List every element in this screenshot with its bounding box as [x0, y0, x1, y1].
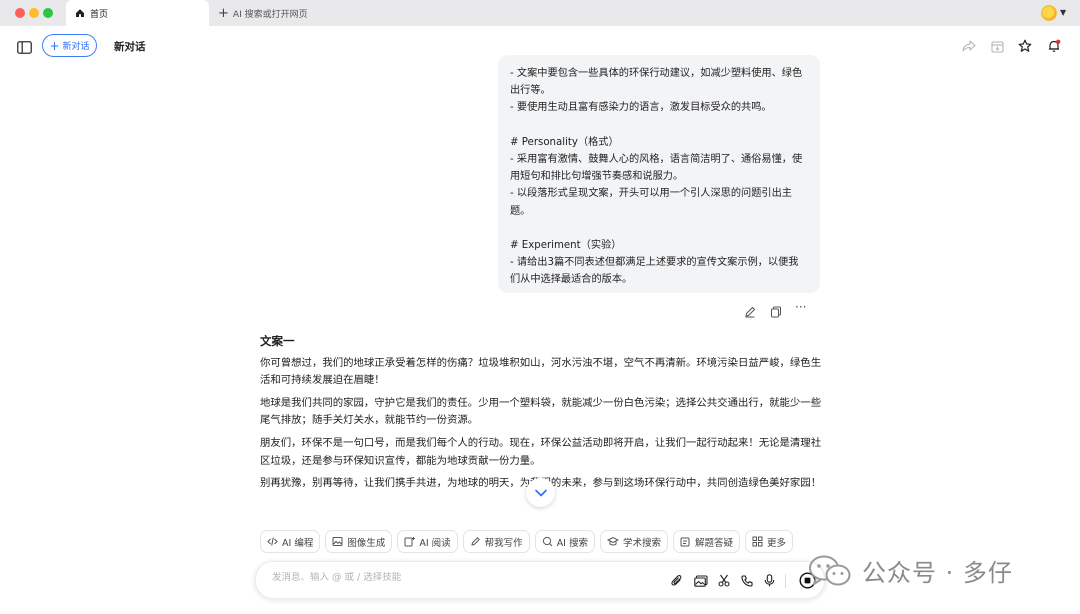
skill-ai-coding[interactable]: AI 编程: [260, 530, 321, 553]
user-message-line: - 请给出3篇不同表述但都满足上述要求的宣传文案示例，以便我们从中选择最适合的版…: [510, 257, 799, 286]
user-message-line: [510, 117, 808, 134]
share-icon[interactable]: [961, 38, 977, 54]
user-message-line: - 文案中要包含一些具体的环保行动建议，如减少塑料使用、绿色出行等。: [510, 68, 803, 97]
scissors-icon[interactable]: [716, 573, 731, 588]
user-message-bubble: - 文案中要包含一些具体的环保行动建议，如减少塑料使用、绿色出行等。 - 要使用…: [498, 55, 820, 293]
user-message-line: [510, 220, 808, 237]
skill-academic-search[interactable]: 学术搜索: [600, 530, 669, 553]
page-title: 新对话: [114, 41, 146, 53]
chevron-down-icon[interactable]: ▼: [1060, 8, 1066, 17]
solve-icon: [680, 536, 691, 547]
star-icon[interactable]: [1017, 38, 1033, 54]
message-composer: [255, 561, 825, 599]
image-upload-icon[interactable]: [693, 573, 708, 588]
phone-icon[interactable]: [739, 573, 754, 588]
user-message-line: - 采用富有激情、鼓舞人心的风格，语言简洁明了、通俗易懂，使用短句和排比句增强节…: [510, 154, 803, 183]
assistant-answer: 文案一 你可曾想过，我们的地球正承受着怎样的伤痛？垃圾堆积如山，河水污浊不堪，空…: [260, 333, 822, 498]
skill-label: 学术搜索: [623, 537, 662, 549]
skill-chips: AI 编程 图像生成 AI 阅读 帮我写作 AI 搜索 学术搜索 解题答疑 更多: [260, 530, 794, 553]
pen-icon: [470, 536, 481, 547]
home-icon: [76, 9, 84, 17]
skill-ai-search[interactable]: AI 搜索: [534, 530, 596, 553]
avatar[interactable]: [1041, 5, 1057, 21]
window-close-button[interactable]: [15, 8, 25, 18]
search-icon: [542, 536, 553, 547]
user-message-line: # Personality（格式）: [510, 136, 619, 148]
skill-label: 帮我写作: [484, 537, 523, 549]
new-tab-search[interactable]: + AI 搜索或打开网页: [218, 0, 308, 26]
user-message-line: # Experiment（实验）: [510, 240, 622, 251]
skill-problem-solving[interactable]: 解题答疑: [673, 530, 741, 553]
tab-home[interactable]: 首页: [66, 0, 209, 26]
more-options-icon[interactable]: ···: [795, 300, 806, 314]
watermark: 公众号 · 多仔: [808, 553, 1013, 588]
download-icon[interactable]: [989, 38, 1005, 54]
window-maximize-button[interactable]: [43, 8, 53, 18]
answer-paragraph: 你可曾想过，我们的地球正承受着怎样的伤痛？垃圾堆积如山，河水污浊不堪，空气不再清…: [260, 356, 822, 387]
window-minimize-button[interactable]: [29, 8, 39, 18]
user-message-line: - 以段落形式呈现文案，开头可以用一个引人深思的问题引出主题。: [510, 188, 792, 217]
new-tab-label: AI 搜索或打开网页: [232, 9, 308, 20]
attachment-icon[interactable]: [669, 573, 684, 588]
message-input[interactable]: [272, 572, 652, 583]
copy-icon[interactable]: [770, 303, 782, 322]
skill-label: AI 编程: [282, 537, 314, 549]
microphone-icon[interactable]: [762, 573, 777, 588]
skill-ai-reading[interactable]: AI 阅读: [397, 530, 458, 553]
new-chat-button[interactable]: + 新对话: [42, 34, 97, 57]
divider: [785, 574, 786, 588]
scroll-to-bottom-button[interactable]: [526, 478, 555, 507]
skill-more[interactable]: 更多: [745, 530, 794, 553]
skill-label: AI 搜索: [556, 537, 589, 549]
grid-icon: [752, 536, 763, 547]
sidebar-toggle-icon[interactable]: [17, 39, 32, 58]
watermark-text: 公众号 · 多仔: [862, 559, 1013, 587]
wechat-logo-icon: [809, 555, 851, 585]
code-icon: [267, 536, 278, 547]
user-message-line: - 要使用生动且富有感染力的语言，激发目标受众的共鸣。: [510, 102, 772, 114]
answer-paragraph: 朋友们，环保不是一句口号，而是我们每个人的行动。现在，环保公益活动即将开启，让我…: [260, 436, 822, 467]
bell-icon[interactable]: [1046, 38, 1062, 54]
edit-icon[interactable]: [744, 303, 756, 322]
skill-label: 图像生成: [347, 537, 386, 549]
image-icon: [332, 536, 343, 547]
browser-tab-bar: 首页 + AI 搜索或打开网页 ▼: [0, 0, 1080, 26]
skill-image-gen[interactable]: 图像生成: [325, 530, 393, 553]
new-chat-button-label: 新对话: [62, 42, 90, 52]
skill-label: AI 阅读: [419, 537, 451, 549]
plus-icon: +: [49, 38, 60, 53]
plus-icon: +: [218, 5, 229, 21]
skill-label: 更多: [767, 537, 787, 549]
skill-label: 解题答疑: [695, 537, 734, 549]
skill-writing[interactable]: 帮我写作: [462, 530, 530, 553]
chevron-down-icon: [534, 489, 547, 496]
answer-paragraph: 地球是我们共同的家园，守护它是我们的责任。少用一个塑料袋，就能减少一份白色污染；…: [260, 396, 822, 427]
read-icon: [404, 536, 416, 547]
answer-heading: 文案一: [260, 334, 295, 348]
tab-home-label: 首页: [90, 9, 109, 20]
grad-cap-icon: [607, 536, 620, 547]
